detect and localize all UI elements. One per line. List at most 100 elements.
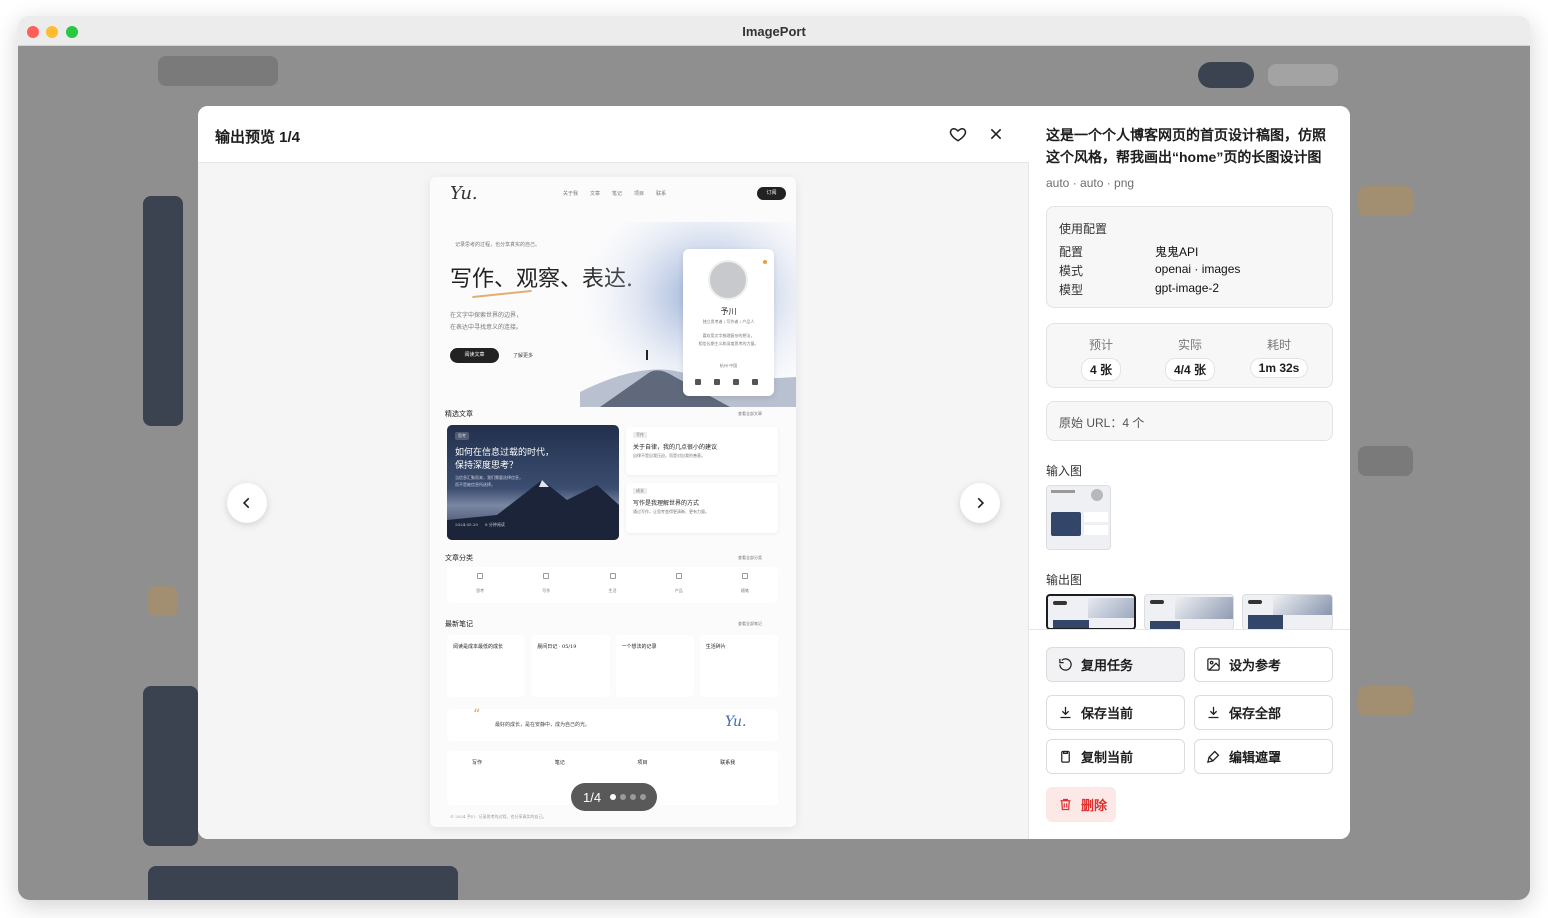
preview-nav-item: 项目	[634, 191, 645, 197]
set-reference-label: 设为参考	[1229, 658, 1282, 673]
config-key: 模型	[1059, 283, 1084, 297]
config-value: openai · images	[1155, 262, 1241, 276]
stat-duration: 耗时 1m 32s	[1239, 336, 1319, 378]
preview-side-title: 关于自律，我的几点很小的建议	[633, 444, 718, 451]
preview-nav: 关于我 文章 笔记 项目 联系	[563, 190, 666, 197]
preview-subscribe-button: 订阅	[757, 187, 786, 200]
config-title: 使用配置	[1059, 222, 1108, 236]
image-plus-icon	[1207, 658, 1220, 671]
edit-mask-label: 编辑遮罩	[1229, 750, 1282, 765]
preview-footer-item: 联系我	[720, 760, 736, 766]
config-key: 配置	[1059, 245, 1084, 259]
preview-notes-row: 阅读是成本最低的成长 晨间日记 · 05/19 一个想法的记录 生活碎片	[447, 635, 778, 697]
preview-note-title: 生活碎片	[705, 644, 726, 650]
source-urls-text: 原始 URL：4 个	[1059, 416, 1145, 430]
pager-dot[interactable]	[630, 794, 637, 800]
output-image-thumb-1[interactable]	[1046, 594, 1136, 630]
bg-thumb	[143, 686, 198, 846]
pager-dots	[610, 794, 647, 800]
set-reference-button[interactable]: 设为参考	[1194, 647, 1333, 682]
close-icon[interactable]	[984, 122, 1008, 146]
bg-row	[148, 866, 458, 900]
detail-panel: 这是一个个人博客网页的首页设计稿图，仿照这个风格，帮我画出“home”页的长图设…	[1029, 106, 1350, 839]
preview-featured-read: 8 分钟阅读	[485, 522, 505, 527]
preview-profile-name: 予川	[720, 307, 737, 316]
output-image-thumb-2[interactable]	[1144, 594, 1234, 630]
delete-label: 删除	[1081, 798, 1108, 813]
modal-header: 输出预览 1/4	[198, 106, 1029, 163]
save-current-button[interactable]: 保存当前	[1046, 695, 1185, 730]
preview-social-icons	[695, 379, 758, 385]
bg-button	[1198, 62, 1254, 88]
preview-hero-sub: 在表达中寻找意义的连接。	[450, 324, 523, 331]
preview-nav-item: 文章	[590, 191, 601, 197]
preview-logo: Yu.	[450, 183, 478, 204]
preview-profile-bio: 喜欢用文字梳理复杂的想法，	[702, 333, 755, 338]
clipboard-icon	[1061, 750, 1070, 763]
config-value: gpt-image-2	[1155, 281, 1220, 295]
previous-image-button[interactable]	[227, 483, 267, 523]
preview-section-title: 最新笔记	[445, 620, 473, 628]
preview-tagline: 记录思考的过程，也分享真实的自己。	[455, 242, 541, 248]
stat-value: 1m 32s	[1249, 358, 1309, 378]
preview-category: 产品	[674, 588, 683, 593]
output-preview-modal: 输出预览 1/4 Yu. 关于我 文章 笔记 项目 联系 订阅 记录思考的过程，…	[198, 106, 1350, 839]
window-title: ImagePort	[742, 24, 806, 39]
delete-button[interactable]: 删除	[1046, 787, 1116, 822]
bg-logo	[158, 56, 278, 86]
output-image-thumb-3[interactable]	[1242, 594, 1333, 630]
save-current-label: 保存当前	[1081, 706, 1134, 721]
preview-footer-item: 项目	[637, 760, 648, 766]
preview-profile-bio: 相信长期主义和深度思考的力量。	[698, 341, 759, 346]
preview-profile-location: 杭州·中国	[719, 363, 738, 368]
next-image-button[interactable]	[960, 483, 1000, 523]
panel-divider	[1029, 629, 1350, 630]
config-value: 鬼鬼API	[1155, 245, 1199, 259]
favorite-heart-icon[interactable]	[946, 122, 970, 146]
preview-featured-sub: 当信息汇聚而来，我们需要选择信息，	[455, 475, 523, 480]
reuse-task-label: 复用任务	[1081, 658, 1134, 673]
download-icon	[1208, 706, 1219, 719]
edit-mask-button[interactable]: 编辑遮罩	[1194, 739, 1333, 774]
preview-category: 思考	[476, 588, 485, 593]
input-images-label: 输入图	[1046, 464, 1083, 478]
modal-title: 输出预览 1/4	[215, 129, 301, 146]
preview-section-title: 文章分类	[445, 554, 473, 562]
stat-label: 耗时	[1266, 338, 1291, 352]
pager-dot[interactable]	[640, 794, 647, 800]
preview-hero-sub: 在文字中探索世界的边界，	[450, 312, 523, 319]
generated-image-preview: Yu. 关于我 文章 笔记 项目 联系 订阅 记录思考的过程，也分享真实的自己。…	[430, 177, 796, 827]
title-bar: ImagePort	[18, 16, 1530, 46]
preview-side-card: 写作 关于自律，我的几点很小的建议 自律不是自我压迫，而是对自我的善意。	[626, 427, 778, 475]
output-images-label: 输出图	[1046, 573, 1083, 587]
reuse-task-button[interactable]: 复用任务	[1046, 647, 1185, 682]
copy-current-label: 复制当前	[1081, 750, 1134, 765]
pager-dot[interactable]	[610, 794, 617, 800]
source-urls-card[interactable]: 原始 URL：4 个	[1046, 401, 1333, 441]
preview-side-sub: 通过写作，让思考变得更清晰、更有力量。	[633, 509, 709, 514]
save-all-label: 保存全部	[1229, 706, 1282, 721]
chevron-left-icon	[242, 497, 250, 509]
stat-estimated: 预计 4 张	[1061, 336, 1141, 381]
pager-count: 1/4	[583, 789, 602, 805]
preview-quote-box: “ 最好的成长，是在安静中，成为自己的光。 Yu.	[447, 707, 778, 741]
preview-side-tag: 写作	[633, 432, 647, 438]
app-window: ImagePort 输出预览 1/4 Yu. 关于我 文章 笔记 项目 联系 订…	[18, 16, 1530, 900]
preview-note-title: 一个想法的记录	[621, 644, 657, 650]
preview-pane: 输出预览 1/4 Yu. 关于我 文章 笔记 项目 联系 订阅 记录思考的过程，…	[198, 106, 1029, 839]
output-meta: auto · auto · png	[1046, 176, 1135, 190]
preview-copyright: © 2024 予川 · 记录思考的过程，也分享真实的自己。	[450, 814, 547, 819]
preview-note-title: 阅读是成本最低的成长	[453, 644, 504, 650]
save-all-button[interactable]: 保存全部	[1194, 695, 1333, 730]
preview-featured-title: 如何在信息过载的时代，	[455, 448, 555, 458]
preview-category: 写作	[542, 588, 551, 593]
preview-quote-mark-icon: “	[473, 707, 481, 723]
preview-featured-date: 2024.05.20	[455, 522, 478, 527]
input-image-thumb[interactable]	[1046, 485, 1111, 550]
preview-nav-item: 笔记	[612, 191, 623, 197]
preview-more-link: 了解更多	[513, 353, 534, 359]
copy-current-button[interactable]: 复制当前	[1046, 739, 1185, 774]
config-key: 模式	[1059, 264, 1084, 278]
pager-dot[interactable]	[620, 794, 627, 800]
preview-featured-title: 保持深度思考？	[455, 461, 519, 471]
